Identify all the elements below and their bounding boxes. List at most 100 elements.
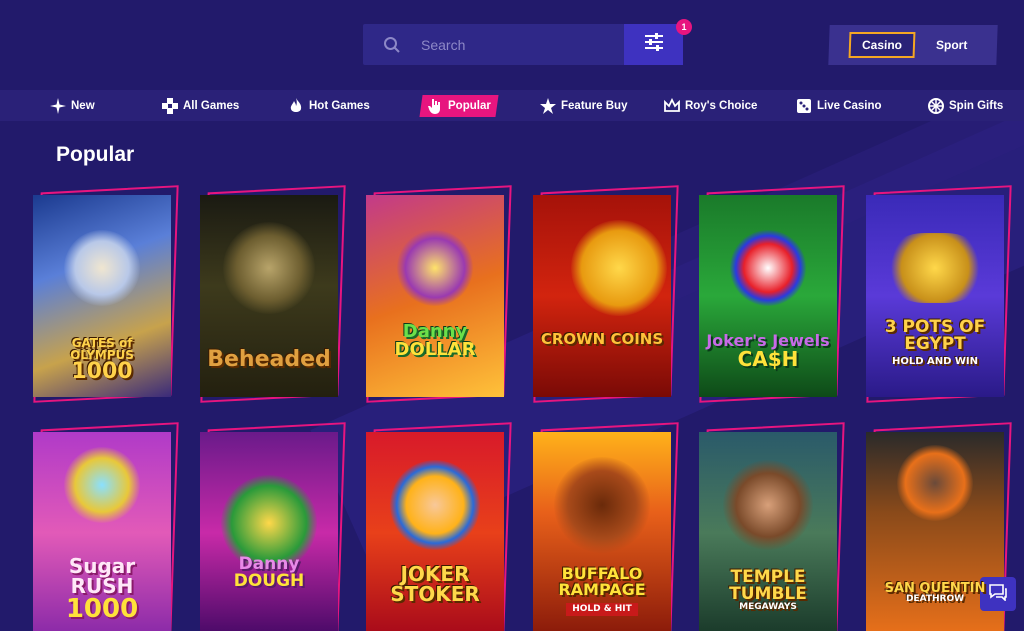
joker-figure	[390, 459, 480, 550]
nav-item-label: Spin Gifts	[949, 100, 1004, 112]
game-thumbnail: GATES of OLYMPUS 1000	[33, 195, 171, 397]
nav-item-roys-choice[interactable]: Roy's Choice	[664, 95, 757, 117]
game-title-line: 3 POTS OF EGYPT	[884, 317, 986, 354]
game-title: JOKER STOKER	[366, 564, 504, 631]
game-thumbnail: BUFFALO RAMPAGE HOLD & HIT	[533, 432, 671, 631]
character-figure	[397, 229, 473, 306]
game-title: Sugar RUSH 1000	[33, 556, 171, 631]
game-card[interactable]: GATES of OLYMPUS 1000	[33, 185, 179, 403]
search-bar[interactable]	[363, 24, 625, 65]
game-title-line: GATES of OLYMPUS	[70, 336, 134, 362]
explorer-figure	[723, 459, 813, 550]
game-card[interactable]: Joker's Jewels CA$H	[699, 185, 845, 403]
crown-icon	[664, 98, 680, 114]
game-card[interactable]: 3 POTS OF EGYPT HOLD AND WIN	[866, 185, 1012, 403]
game-title: BUFFALO RAMPAGE HOLD & HIT	[533, 566, 671, 631]
game-thumbnail: JOKER STOKER	[366, 432, 504, 631]
pots-figure	[885, 232, 985, 303]
game-card[interactable]: Danny DOUGH	[200, 422, 346, 631]
nav-item-label: Popular	[448, 100, 491, 112]
casino-sport-switch: Casino Sport	[828, 25, 998, 65]
game-thumbnail: Sugar RUSH 1000	[33, 432, 171, 631]
game-thumbnail: Danny DOLLAR	[366, 195, 504, 397]
wheel-icon	[928, 98, 944, 114]
game-title-line: CA$H	[737, 347, 799, 371]
game-thumbnail: TEMPLE TUMBLE MEGAWAYS	[699, 432, 837, 631]
game-title-line: 1000	[65, 594, 139, 624]
game-card[interactable]: TEMPLE TUMBLE MEGAWAYS	[699, 422, 845, 631]
game-title: Joker's Jewels CA$H	[699, 333, 837, 397]
flame-icon	[288, 98, 304, 114]
game-card[interactable]: CROWN COINS	[533, 185, 679, 403]
nav-item-new[interactable]: New	[50, 95, 95, 117]
nav-item-label: All Games	[183, 100, 240, 112]
game-title-line: MEGAWAYS	[739, 602, 797, 612]
game-title-line: JOKER	[400, 562, 470, 586]
game-title-line: DOLLAR	[394, 339, 476, 360]
casino-tab[interactable]: Casino	[848, 32, 916, 58]
nav-item-spin-gifts[interactable]: Spin Gifts	[928, 95, 1003, 117]
nav-item-hot-games[interactable]: Hot Games	[288, 95, 370, 117]
nav-item-label: Roy's Choice	[685, 100, 758, 112]
game-thumbnail: Danny DOUGH	[200, 432, 338, 631]
game-thumbnail: Beheaded	[200, 195, 338, 397]
game-title-line: HOLD & HIT	[566, 603, 638, 616]
game-title: TEMPLE TUMBLE MEGAWAYS	[699, 569, 837, 631]
game-card[interactable]: Beheaded	[200, 185, 346, 403]
game-title-line: 1000	[71, 359, 133, 384]
zeus-figure	[64, 229, 140, 306]
section-title: Popular	[56, 143, 135, 166]
main-content: Popular GATES of OLYMPUS 1000 Beheaded D…	[0, 121, 1024, 631]
hand-icon	[427, 98, 443, 114]
category-nav: New All Games Hot Games Popular Feature …	[0, 90, 1024, 121]
game-title: GATES of OLYMPUS 1000	[33, 337, 171, 397]
game-thumbnail: CROWN COINS	[533, 195, 671, 397]
game-card[interactable]: SAN QUENTIN DEATHROW	[866, 422, 1012, 631]
game-title-line: STOKER	[390, 582, 480, 606]
game-thumbnail: Joker's Jewels CA$H	[699, 195, 837, 397]
nav-item-popular[interactable]: Popular	[419, 95, 499, 117]
game-card[interactable]: JOKER STOKER	[366, 422, 512, 631]
nav-item-live-casino[interactable]: Live Casino	[796, 95, 882, 117]
game-title: Danny DOLLAR	[366, 323, 504, 397]
game-title-line: DOUGH	[233, 571, 305, 591]
joker-figure	[730, 229, 806, 306]
skull-figure	[223, 221, 315, 314]
search-icon	[363, 36, 421, 54]
sparkle-icon	[50, 98, 66, 114]
game-title-line: Beheaded	[207, 347, 331, 372]
game-thumbnail: SAN QUENTIN DEATHROW	[866, 432, 1004, 631]
prisoner-figure	[897, 444, 973, 521]
nav-item-label: Feature Buy	[561, 100, 628, 112]
game-title-line: CROWN COINS	[540, 330, 664, 348]
nav-item-feature-buy[interactable]: Feature Buy	[540, 95, 627, 117]
filter-count-badge: 1	[676, 19, 692, 35]
nav-item-label: New	[71, 100, 95, 112]
game-title-line: BUFFALO RAMPAGE	[558, 564, 646, 599]
coin-figure	[570, 219, 667, 316]
game-title: 3 POTS OF EGYPT HOLD AND WIN	[866, 319, 1004, 397]
game-title: SAN QUENTIN DEATHROW	[866, 582, 1004, 631]
game-card[interactable]: Danny DOLLAR	[366, 185, 512, 403]
nav-item-all-games[interactable]: All Games	[162, 95, 239, 117]
game-card[interactable]: BUFFALO RAMPAGE HOLD & HIT	[533, 422, 679, 631]
game-thumbnail: 3 POTS OF EGYPT HOLD AND WIN	[866, 195, 1004, 397]
filter-button[interactable]	[624, 24, 683, 65]
header: 1 Casino Sport	[0, 0, 1024, 90]
dice-icon	[796, 98, 812, 114]
nav-item-label: Hot Games	[309, 100, 370, 112]
game-title: CROWN COINS	[533, 332, 671, 397]
game-title: Beheaded	[200, 349, 338, 397]
buffalo-figure	[554, 456, 650, 553]
game-title-line: DEATHROW	[905, 594, 965, 604]
game-title: Danny DOUGH	[200, 556, 338, 631]
sport-tab[interactable]: Sport	[925, 34, 979, 56]
game-card[interactable]: Sugar RUSH 1000	[33, 422, 179, 631]
search-input[interactable]	[421, 36, 611, 53]
candy-egg-figure	[64, 446, 140, 523]
sliders-icon	[644, 33, 664, 56]
game-title-line: HOLD AND WIN	[891, 356, 979, 367]
star-icon	[540, 98, 556, 114]
game-title-line: TEMPLE TUMBLE	[729, 567, 807, 604]
game-title-line: Sugar RUSH	[68, 554, 136, 598]
